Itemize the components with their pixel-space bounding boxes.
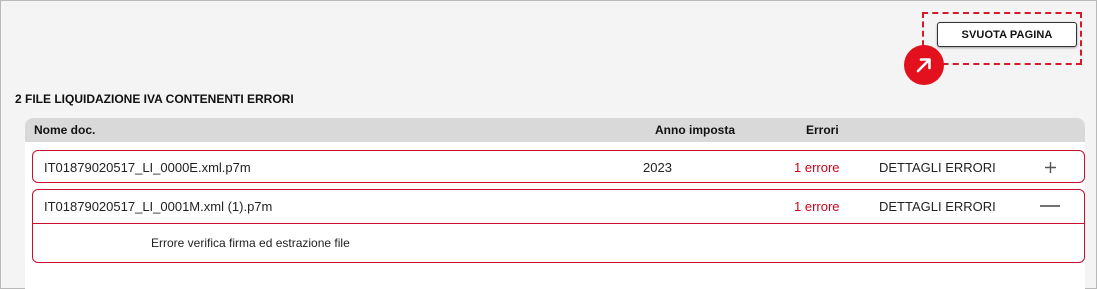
table-row: IT01879020517_LI_0000E.xml.p7m 2023 1 er… [32, 150, 1085, 183]
detail-divider [33, 223, 1084, 224]
minus-icon[interactable] [1035, 192, 1065, 220]
error-detail-text: Errore verifica firma ed estrazione file [151, 236, 350, 250]
arrow-up-right-icon [904, 45, 944, 85]
error-details-link[interactable]: DETTAGLI ERRORI [879, 160, 996, 175]
tax-year: 2023 [643, 160, 672, 175]
section-title: 2 FILE LIQUIDAZIONE IVA CONTENENTI ERROR… [15, 92, 294, 106]
table-header: Nome doc. Anno imposta Errori [25, 118, 1085, 142]
clear-page-button[interactable]: SVUOTA PAGINA [937, 22, 1077, 47]
error-count: 1 errore [794, 160, 840, 175]
page-frame: SVUOTA PAGINA 2 FILE LIQUIDAZIONE IVA CO… [0, 0, 1097, 289]
column-header-name: Nome doc. [34, 123, 96, 137]
error-details-link[interactable]: DETTAGLI ERRORI [879, 199, 996, 214]
plus-icon[interactable] [1035, 153, 1065, 181]
column-header-errors: Errori [806, 123, 839, 137]
document-name: IT01879020517_LI_0000E.xml.p7m [44, 160, 251, 175]
error-count: 1 errore [794, 199, 840, 214]
document-name: IT01879020517_LI_0001M.xml (1).p7m [44, 199, 273, 214]
table-row-expanded: IT01879020517_LI_0001M.xml (1).p7m 1 err… [32, 189, 1085, 263]
column-header-year: Anno imposta [655, 123, 735, 137]
errors-table: Nome doc. Anno imposta Errori IT01879020… [25, 118, 1085, 289]
